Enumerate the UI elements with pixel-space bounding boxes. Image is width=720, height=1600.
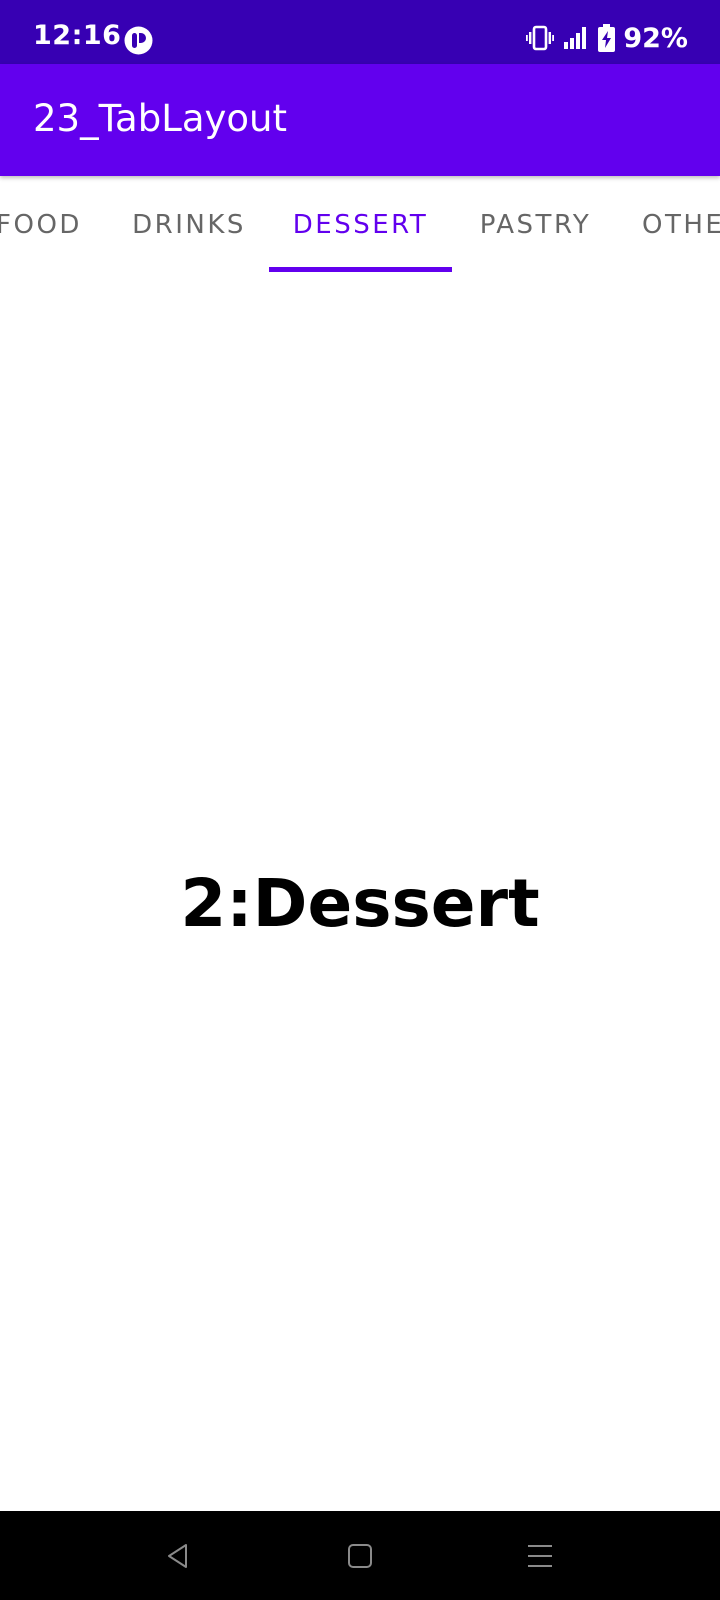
phone-screen: 12:16 92% 23_TabLayout FOOD DRINKS DESSE… [0, 0, 720, 1600]
app-bar: 23_TabLayout [0, 64, 720, 176]
signal-icon [564, 27, 588, 49]
status-icons: 92% [526, 22, 688, 54]
tab-label: FOOD [0, 209, 82, 240]
app-notification-icon [124, 26, 153, 55]
status-bar: 12:16 92% [0, 0, 720, 64]
navigation-bar [0, 1511, 720, 1600]
recents-icon[interactable] [517, 1533, 563, 1579]
app-title: 23_TabLayout [33, 97, 287, 140]
home-icon[interactable] [337, 1533, 383, 1579]
tab-indicator [269, 267, 452, 272]
tab-drinks[interactable]: DRINKS [108, 176, 270, 273]
vibrate-icon [526, 25, 555, 51]
tab-other[interactable]: OTHE [642, 176, 720, 273]
tab-dessert[interactable]: DESSERT [269, 176, 452, 273]
tab-label: DESSERT [292, 209, 429, 240]
battery-charging-icon [598, 24, 616, 52]
status-time: 12:16 [33, 20, 122, 51]
tab-label: OTHE [642, 209, 720, 240]
battery-percentage: 92% [623, 22, 688, 54]
view-pager-content[interactable]: 2:Dessert [0, 273, 720, 1511]
tab-label: PASTRY [479, 209, 592, 240]
tab-food[interactable]: FOOD [0, 176, 84, 273]
tab-layout[interactable]: FOOD DRINKS DESSERT PASTRY OTHE [0, 176, 720, 273]
tab-pastry[interactable]: PASTRY [454, 176, 617, 273]
tab-label: DRINKS [132, 209, 246, 240]
page-content-text: 2:Dessert [180, 864, 540, 942]
back-icon[interactable] [155, 1533, 201, 1579]
